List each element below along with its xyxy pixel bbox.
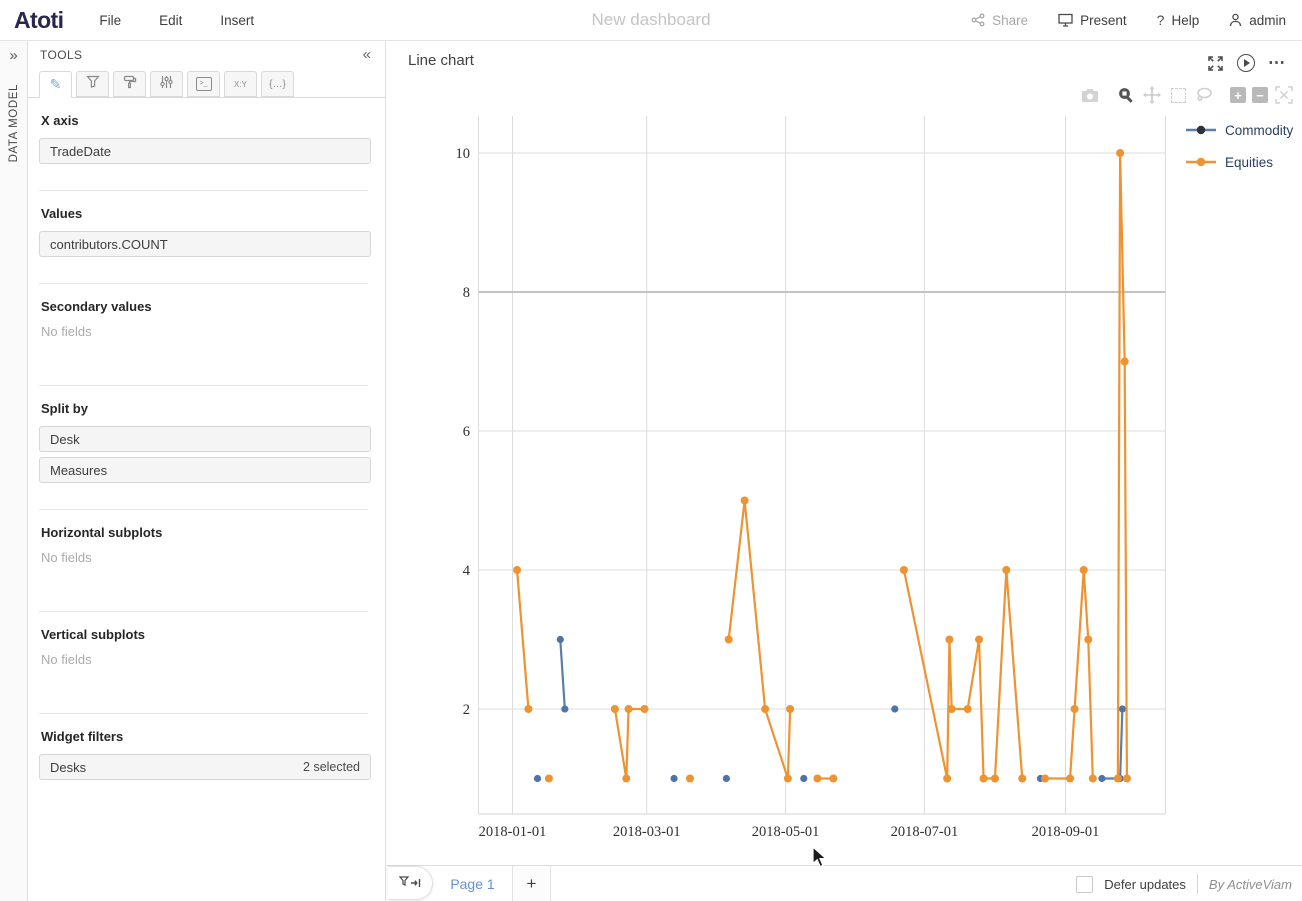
section-split-by: Split by Desk Measures (28, 386, 385, 510)
tools-panel: TOOLS « ✎ >_ X: (28, 41, 386, 901)
defer-updates-checkbox[interactable] (1076, 876, 1093, 893)
workspace: » DATA MODEL TOOLS « ✎ (0, 41, 1302, 901)
tab-query[interactable]: >_ (187, 71, 220, 97)
svg-text:2018-03-01: 2018-03-01 (613, 824, 681, 840)
app-window: Atoti File Edit Insert New dashboard Sha… (0, 0, 1302, 901)
tools-tabstrip: ✎ >_ X:Y {…} (28, 68, 385, 98)
section-vertical-subplots: Vertical subplots No fields (28, 612, 385, 714)
present-icon (1058, 13, 1073, 27)
help-button[interactable]: ? Help (1157, 12, 1200, 28)
defer-updates-label: Defer updates (1104, 877, 1186, 892)
section-label: Split by (41, 401, 371, 416)
top-menu-bar: Atoti File Edit Insert New dashboard Sha… (0, 0, 1302, 41)
pencil-icon: ✎ (50, 76, 62, 93)
dashboard-title-input[interactable]: New dashboard (591, 10, 710, 30)
filter-chip-desks[interactable]: Desks 2 selected (39, 754, 371, 780)
tools-title: TOOLS (40, 48, 82, 62)
svg-text:2018-07-01: 2018-07-01 (891, 824, 959, 840)
svg-text:2018-01-01: 2018-01-01 (479, 824, 547, 840)
section-label: Widget filters (41, 729, 371, 744)
svg-text:8: 8 (463, 285, 470, 301)
tab-edit[interactable]: ✎ (39, 71, 72, 98)
filter-selection-count: 2 selected (303, 760, 360, 774)
field-chip-contributors-count[interactable]: contributors.COUNT (39, 231, 371, 257)
terminal-icon: >_ (196, 77, 212, 91)
paint-roller-icon (123, 75, 137, 94)
main-menus: File Edit Insert (99, 13, 254, 28)
legend-item-equities[interactable]: Equities (1185, 151, 1293, 173)
user-menu[interactable]: admin (1229, 13, 1286, 28)
data-model-label: DATA MODEL (8, 84, 20, 162)
help-icon: ? (1157, 12, 1165, 28)
no-fields-text: No fields (41, 550, 371, 565)
topbar-actions: Share Present ? Help admin (971, 12, 1286, 28)
data-model-rail: » DATA MODEL (0, 41, 28, 901)
tab-style[interactable] (113, 71, 146, 97)
section-values: Values contributors.COUNT (28, 191, 385, 284)
divider (1197, 874, 1198, 894)
line-chart-widget: Line chart ⋯ (386, 41, 1302, 901)
add-page-button[interactable]: + (513, 866, 551, 901)
line-chart-canvas[interactable]: 2 4 6 8 10 2018-01-01 2018-03-01 2018-05-01 2018… (386, 41, 1302, 866)
no-fields-text: No fields (41, 324, 371, 339)
section-widget-filters: Widget filters Desks 2 selected (28, 714, 385, 780)
page-bar-right: Defer updates By ActiveViam (1076, 874, 1302, 894)
legend-item-commodity[interactable]: Commodity (1185, 119, 1293, 141)
sliders-icon (160, 75, 173, 94)
present-button[interactable]: Present (1058, 13, 1127, 28)
tab-xy[interactable]: X:Y (224, 71, 257, 97)
field-chip-desk[interactable]: Desk (39, 426, 371, 452)
collapse-panel-icon[interactable]: « (363, 46, 371, 63)
section-label: Vertical subplots (41, 627, 371, 642)
atoti-logo: Atoti (14, 7, 63, 34)
page-filters-icon (399, 876, 421, 890)
legend-swatch-commodity (1185, 124, 1217, 136)
field-chip-tradedate[interactable]: TradeDate (39, 138, 371, 164)
section-label: Secondary values (41, 299, 371, 314)
page-filters-button[interactable] (388, 866, 433, 900)
tab-filters[interactable] (76, 71, 109, 97)
activeviam-brand: By ActiveViam (1209, 877, 1292, 892)
section-label: Values (41, 206, 371, 221)
share-button[interactable]: Share (971, 13, 1028, 28)
share-icon (971, 13, 985, 27)
no-fields-text: No fields (41, 652, 371, 667)
svg-text:2018-05-01: 2018-05-01 (752, 824, 820, 840)
page-bar: Page 1 + Defer updates By ActiveViam (386, 865, 1302, 901)
field-chip-measures[interactable]: Measures (39, 457, 371, 483)
svg-text:2018-09-01: 2018-09-01 (1032, 824, 1100, 840)
tab-settings[interactable] (150, 71, 183, 97)
menu-insert[interactable]: Insert (220, 13, 254, 28)
tab-state[interactable]: {…} (261, 71, 294, 97)
menu-edit[interactable]: Edit (159, 13, 182, 28)
expand-data-model-icon[interactable]: » (9, 47, 17, 64)
code-braces-icon: {…} (269, 79, 286, 90)
tab-page-1[interactable]: Page 1 (433, 866, 513, 901)
xy-icon: X:Y (234, 80, 247, 89)
legend-swatch-equities (1185, 156, 1217, 168)
section-label: X axis (41, 113, 371, 128)
user-icon (1229, 13, 1242, 27)
menu-file[interactable]: File (99, 13, 121, 28)
svg-text:6: 6 (463, 424, 470, 440)
tools-header: TOOLS « (28, 41, 385, 68)
section-x-axis: X axis TradeDate (28, 98, 385, 191)
section-secondary-values: Secondary values No fields (28, 284, 385, 386)
chart-legend: Commodity Equities (1185, 119, 1293, 173)
svg-text:2: 2 (463, 702, 470, 718)
plus-icon: + (527, 874, 537, 894)
section-horizontal-subplots: Horizontal subplots No fields (28, 510, 385, 612)
field-sections: X axis TradeDate Values contributors.COU… (28, 98, 385, 901)
section-label: Horizontal subplots (41, 525, 371, 540)
svg-text:10: 10 (456, 146, 471, 162)
filter-icon (86, 75, 100, 93)
svg-text:4: 4 (463, 563, 471, 579)
